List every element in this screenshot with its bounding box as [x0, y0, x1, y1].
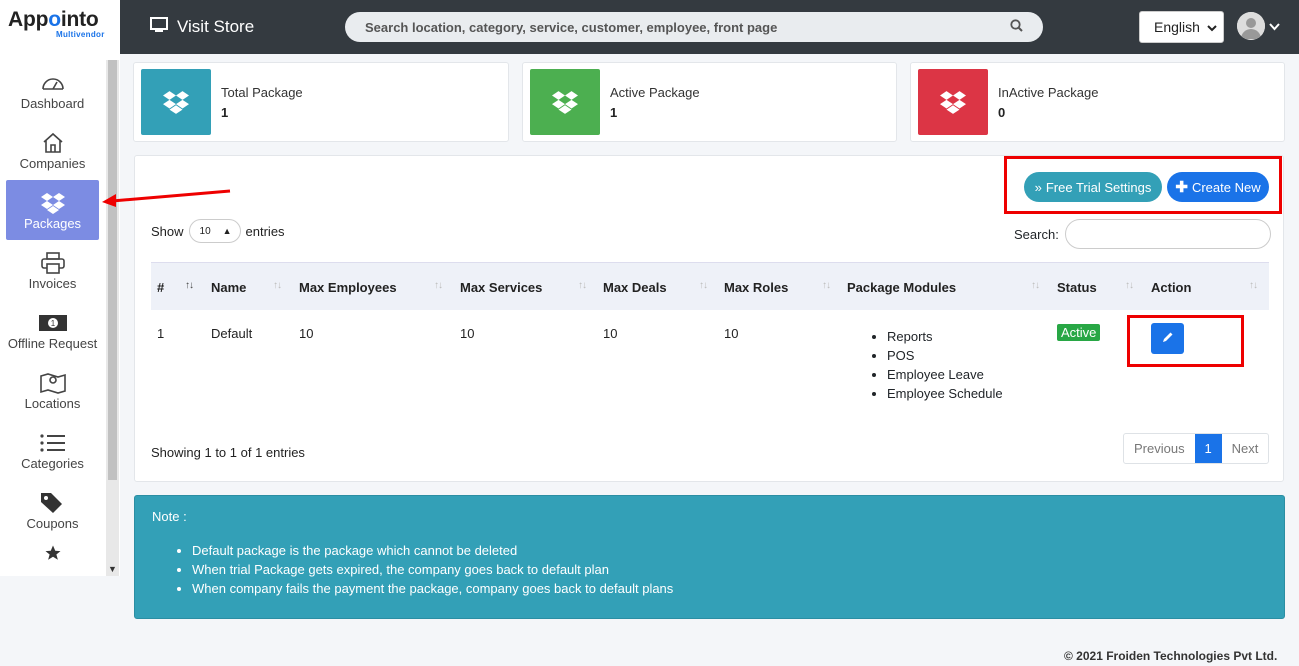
chevron-down-icon	[1207, 19, 1217, 35]
column-header-max-services[interactable]: Max Services	[460, 263, 542, 311]
list-icon	[39, 430, 66, 456]
list-item: Default package is the package which can…	[192, 541, 673, 560]
column-header-action[interactable]: Action	[1151, 263, 1191, 311]
stat-active-package: Active Package 1	[522, 62, 897, 142]
pagination-next[interactable]: Next	[1222, 434, 1269, 463]
sidebar-item-categories[interactable]: Categories	[6, 420, 99, 480]
list-item: When company fails the payment the packa…	[192, 579, 673, 598]
stat-inactive-package: InActive Package 0	[910, 62, 1285, 142]
dashboard-icon	[41, 70, 65, 96]
table-header: # ↑↓ Name ↑↓ Max Employees ↑↓ Max Servic…	[151, 262, 1269, 310]
sort-icon[interactable]: ↑↓	[185, 280, 194, 291]
sidebar-item-dashboard[interactable]: Dashboard	[6, 60, 99, 120]
edit-button[interactable]	[1151, 323, 1184, 354]
annotation-arrow	[102, 189, 231, 207]
column-header-package-modules[interactable]: Package Modules	[847, 263, 956, 311]
user-menu[interactable]	[1237, 12, 1280, 40]
table-search: Search:	[1014, 219, 1271, 249]
avatar	[1237, 12, 1265, 40]
create-new-button[interactable]: ✚ Create New	[1167, 172, 1269, 202]
table-search-input[interactable]	[1064, 219, 1271, 249]
footer-copyright: © 2021 Froiden Technologies Pvt Ltd.	[1064, 649, 1278, 663]
star-icon	[44, 540, 62, 566]
sort-icon[interactable]: ↑↓	[699, 280, 708, 291]
sidebar-item-partial[interactable]	[6, 540, 99, 570]
tags-icon	[40, 490, 66, 516]
list-item: Employee Schedule	[887, 384, 1003, 403]
global-search-input[interactable]: Search location, category, service, cust…	[345, 12, 1043, 42]
sidebar-item-coupons[interactable]: Coupons	[6, 480, 99, 540]
column-header-status[interactable]: Status	[1057, 263, 1097, 311]
scroll-down-icon[interactable]: ▼	[108, 564, 117, 574]
plus-icon: ✚	[1175, 179, 1188, 196]
column-header-max-deals[interactable]: Max Deals	[603, 263, 667, 311]
brand-logo[interactable]: Appointo Multivendor	[0, 0, 120, 54]
dropbox-icon	[40, 190, 65, 216]
column-header-max-employees[interactable]: Max Employees	[299, 263, 397, 311]
sort-icon[interactable]: ↑↓	[578, 280, 587, 291]
home-icon	[42, 130, 64, 156]
note-panel: Note : Default package is the package wh…	[134, 495, 1285, 619]
sort-icon[interactable]: ↑↓	[1249, 280, 1258, 291]
packages-card: » Free Trial Settings ✚ Create New Show …	[134, 155, 1284, 482]
pagination-previous[interactable]: Previous	[1124, 434, 1195, 463]
sort-icon[interactable]: ↑↓	[822, 280, 831, 291]
sidebar-item-locations[interactable]: Locations	[6, 360, 99, 420]
printer-icon	[40, 250, 65, 276]
monitor-icon	[150, 16, 168, 38]
column-header-num[interactable]: #	[157, 263, 164, 311]
stat-total-package: Total Package 1	[133, 62, 509, 142]
sidebar-item-companies[interactable]: Companies	[6, 120, 99, 180]
scroll-thumb[interactable]	[108, 60, 117, 480]
sidebar-item-offline-request[interactable]: 1 Offline Request	[6, 300, 99, 360]
table-info: Showing 1 to 1 of 1 entries	[151, 445, 305, 460]
search-icon[interactable]	[1010, 19, 1023, 35]
sort-icon[interactable]: ↑↓	[434, 280, 443, 291]
double-chevron-right-icon: »	[1034, 179, 1042, 195]
package-modules-list: Reports POS Employee Leave Employee Sche…	[887, 327, 1003, 403]
status-badge: Active	[1057, 324, 1101, 341]
sidebar-item-invoices[interactable]: Invoices	[6, 240, 99, 300]
column-header-max-roles[interactable]: Max Roles	[724, 263, 788, 311]
list-item: When trial Package gets expired, the com…	[192, 560, 673, 579]
pagination: Previous 1 Next	[1123, 433, 1270, 464]
dropbox-icon	[141, 69, 211, 135]
note-list: Default package is the package which can…	[192, 541, 673, 598]
sort-icon[interactable]: ↑↓	[273, 280, 282, 291]
sort-updown-icon: ▲	[222, 226, 232, 236]
list-item: POS	[887, 346, 1003, 365]
sidebar-scrollbar[interactable]: ▼	[106, 60, 119, 576]
sort-icon[interactable]: ↑↓	[1125, 280, 1134, 291]
topbar: Visit Store Search location, category, s…	[120, 0, 1299, 54]
highlight-box	[1127, 315, 1244, 367]
svg-text:1: 1	[50, 319, 55, 328]
dropbox-icon	[918, 69, 988, 135]
entries-length-control: Show 10 ▲ entries	[151, 219, 285, 243]
column-header-name[interactable]: Name	[211, 263, 246, 311]
sort-icon[interactable]: ↑↓	[1031, 280, 1040, 291]
sidebar-item-packages[interactable]: Packages	[6, 180, 99, 240]
sidebar-nav: Dashboard Companies Packages Invoices 1 …	[0, 60, 106, 570]
visit-store-link[interactable]: Visit Store	[150, 16, 254, 38]
money-icon: 1	[38, 310, 68, 336]
pencil-icon	[1162, 331, 1174, 346]
language-select[interactable]: English	[1139, 11, 1224, 43]
map-icon	[39, 370, 66, 396]
dropbox-icon	[530, 69, 600, 135]
entries-select[interactable]: 10 ▲	[188, 219, 241, 243]
chevron-down-icon	[1269, 19, 1280, 34]
list-item: Reports	[887, 327, 1003, 346]
pagination-page-1[interactable]: 1	[1194, 434, 1222, 463]
list-item: Employee Leave	[887, 365, 1003, 384]
free-trial-settings-button[interactable]: » Free Trial Settings	[1024, 172, 1162, 202]
sidebar: Appointo Multivendor Dashboard Companies…	[0, 0, 120, 576]
